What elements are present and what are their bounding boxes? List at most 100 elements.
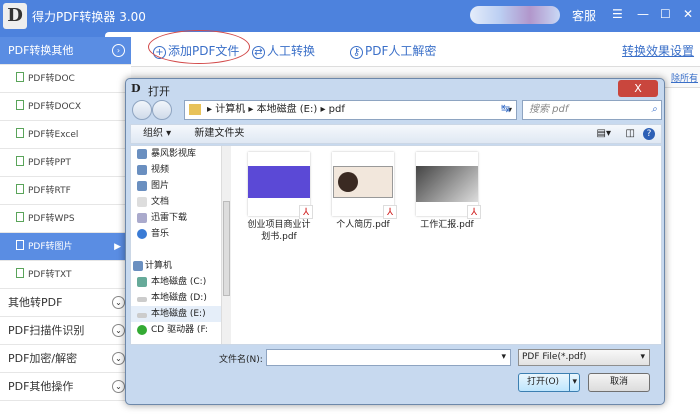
tree-item[interactable]: 计算机 <box>131 258 221 274</box>
tree-label: 计算机 <box>145 261 173 271</box>
forward-button[interactable] <box>152 100 172 120</box>
tree-label: 图片 <box>151 181 170 191</box>
maximize-icon[interactable]: ☐ <box>660 7 671 21</box>
tree-item[interactable]: 视频 <box>131 162 221 178</box>
file-item[interactable]: ⅄ 工作汇报.pdf <box>414 152 481 231</box>
pdf-icon: ⅄ <box>299 205 313 219</box>
file-item[interactable]: ⅄ 创业项目商业计划书.pdf <box>246 152 313 243</box>
tree-item[interactable]: 暴风影视库 <box>131 146 221 162</box>
breadcrumb-drive-e[interactable]: 本地磁盘 (E:) <box>257 104 318 115</box>
sidebar-label: PDF其他操作 <box>8 380 74 393</box>
tree-item-selected[interactable]: 本地磁盘 (E:) <box>131 306 221 322</box>
tree-item[interactable]: 本地磁盘 (D:) <box>131 290 221 306</box>
search-icon: ⌕ <box>651 104 657 115</box>
close-icon[interactable]: ✕ <box>683 7 693 21</box>
filetype-value: PDF File(*.pdf) <box>522 352 587 362</box>
decrypt-button[interactable]: ⚷ PDF人工解密 <box>350 42 436 59</box>
file-thumbnail: ⅄ <box>248 152 313 219</box>
menu-icon[interactable]: ☰ <box>612 7 623 21</box>
tree-item[interactable]: CD 驱动器 (F: <box>131 322 221 338</box>
tree-item[interactable]: 图片 <box>131 178 221 194</box>
tree-item[interactable]: 音乐 <box>131 226 221 242</box>
docx-icon <box>16 100 24 110</box>
sidebar-item-rtf[interactable]: PDF转RTF <box>0 177 131 205</box>
sidebar-group-encrypt[interactable]: PDF加密/解密 ⌄ <box>0 345 131 373</box>
settings-link[interactable]: 转换效果设置 <box>622 42 694 59</box>
file-thumbnail: ⅄ <box>416 152 481 219</box>
sidebar-label: PDF转TXT <box>28 270 72 280</box>
tree-label: CD 驱动器 (F: <box>151 325 208 335</box>
chevron-down-icon: ⌄ <box>112 324 125 337</box>
preview-pane-icon[interactable]: ◫ <box>626 125 635 143</box>
sidebar-item-image[interactable]: PDF转图片 ▶ <box>0 233 131 261</box>
thumbnail-image <box>416 166 478 202</box>
help-icon[interactable]: ? <box>643 128 655 140</box>
chevron-down-icon: ⌄ <box>112 296 125 309</box>
organize-button[interactable]: 组织 ▾ <box>143 128 171 139</box>
sidebar-group-convert-other[interactable]: PDF转换其他 › <box>0 37 131 65</box>
dialog-close-button[interactable]: X <box>618 80 658 97</box>
open-button[interactable]: 打开(O) ▾ <box>518 373 580 392</box>
address-bar[interactable]: ▸ 计算机 ▸ 本地磁盘 (E:) ▸ pdf ▾ <box>184 100 517 120</box>
sidebar-label: PDF转换其他 <box>8 44 74 57</box>
open-file-dialog: D 打开 X ▸ 计算机 ▸ 本地磁盘 (E:) ▸ pdf ▾ ↹ 搜索 pd… <box>125 78 665 405</box>
document-icon <box>137 197 147 207</box>
app-title: 得力PDF转换器 3.00 <box>32 10 146 24</box>
sidebar-group-other-ops[interactable]: PDF其他操作 ⌄ <box>0 373 131 401</box>
open-dropdown-icon[interactable]: ▾ <box>569 374 577 391</box>
sidebar-item-wps[interactable]: PDF转WPS <box>0 205 131 233</box>
new-folder-button[interactable]: 新建文件夹 <box>194 128 244 139</box>
chevron-right-icon: › <box>112 44 125 57</box>
scrollbar-thumb[interactable] <box>223 201 230 296</box>
sidebar-label: PDF转RTF <box>28 186 71 196</box>
rtf-icon <box>16 184 24 194</box>
back-button[interactable] <box>132 100 152 120</box>
thumbnail-circle <box>338 172 358 192</box>
sidebar-item-excel[interactable]: PDF转Excel <box>0 121 131 149</box>
drive-icon <box>137 297 147 302</box>
sidebar-group-other-to-pdf[interactable]: 其他转PDF ⌄ <box>0 289 131 317</box>
refresh-icon[interactable]: ↹ <box>501 102 510 115</box>
chevron-down-icon: ⌄ <box>112 352 125 365</box>
search-input[interactable]: 搜索 pdf ⌕ <box>522 100 662 120</box>
manual-convert-label: 人工转换 <box>267 44 316 58</box>
decrypt-label: PDF人工解密 <box>365 44 437 58</box>
excel-icon <box>16 128 24 138</box>
sidebar-item-txt[interactable]: PDF转TXT <box>0 261 131 289</box>
sidebar-group-ocr[interactable]: PDF扫描件识别 ⌄ <box>0 317 131 345</box>
sidebar-label: PDF转图片 <box>28 242 73 252</box>
dropdown-arrow-icon[interactable]: ▾ <box>501 352 506 362</box>
cancel-button[interactable]: 取消 <box>588 373 650 392</box>
chevron-down-icon: ⌄ <box>112 380 125 393</box>
breadcrumb-pdf[interactable]: pdf <box>329 104 345 115</box>
drive-c-icon <box>137 277 147 287</box>
image-icon <box>16 240 24 250</box>
clear-all-link[interactable]: 除所有 <box>671 71 698 84</box>
file-name: 个人简历.pdf <box>336 220 390 230</box>
file-item[interactable]: ⅄ 个人简历.pdf <box>330 152 397 231</box>
view-options-icon[interactable]: ▤▾ <box>597 125 611 143</box>
tree-label: 本地磁盘 (C:) <box>151 277 207 287</box>
sidebar-item-ppt[interactable]: PDF转PPT <box>0 149 131 177</box>
file-name: 工作汇报.pdf <box>420 220 474 230</box>
sidebar-item-doc[interactable]: PDF转DOC <box>0 65 131 93</box>
breadcrumb-computer[interactable]: 计算机 <box>215 104 245 115</box>
tree-item[interactable]: 迅雷下载 <box>131 210 221 226</box>
download-icon <box>137 213 147 223</box>
filetype-select[interactable]: PDF File(*.pdf) ▾ <box>518 349 650 366</box>
pdf-icon: ⅄ <box>467 205 481 219</box>
video-icon <box>137 165 147 175</box>
wps-icon <box>16 212 24 222</box>
filename-input[interactable]: ▾ <box>266 349 511 366</box>
minimize-icon[interactable]: — <box>637 7 649 21</box>
sidebar-label: PDF转WPS <box>28 214 75 224</box>
user-account[interactable] <box>470 6 560 24</box>
computer-icon <box>133 261 143 271</box>
sidebar-item-docx[interactable]: PDF转DOCX <box>0 93 131 121</box>
manual-convert-button[interactable]: ⇄ 人工转换 <box>252 42 315 59</box>
service-button[interactable]: 客服 <box>572 7 596 24</box>
tree-scrollbar[interactable] <box>221 146 231 344</box>
convert-icon: ⇄ <box>252 46 265 59</box>
tree-item[interactable]: 本地磁盘 (C:) <box>131 274 221 290</box>
tree-item[interactable]: 文档 <box>131 194 221 210</box>
